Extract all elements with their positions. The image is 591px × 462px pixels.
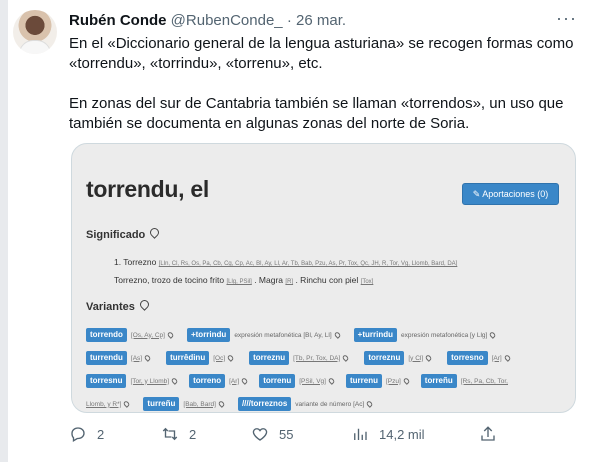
like-count: 55	[279, 426, 294, 442]
retweet-count: 2	[189, 426, 197, 442]
variant-tag: torresno	[447, 351, 488, 365]
more-dots-icon[interactable]: ···	[556, 8, 577, 29]
def-line2-a: Torrezno, trozo de tocino frito	[114, 275, 225, 285]
variant-row-2: turrendu [As] turrêdinu [Oc] torreznu [T…	[86, 351, 514, 365]
variant-note: [Os, Ay, Cp]	[130, 331, 165, 339]
location-pin-icon	[503, 354, 512, 362]
thread-rail	[0, 0, 8, 462]
variant-note: [Tor, y Llomb]	[130, 377, 170, 385]
variant-tag: turrêdinu	[166, 351, 210, 365]
def-line2-b: . Magra	[254, 275, 284, 285]
def-line2-c-label: [Tox]	[360, 279, 374, 285]
variant-tag: turrenu	[345, 374, 382, 388]
location-pin-icon	[365, 400, 374, 408]
variant-row-3: torresnu [Tor, y Llomb] torreno [Ar] tor…	[86, 374, 511, 388]
def-line1-labels: [Lln, Cl, Rs, Os, Pa, Cb, Cg, Cp, Ac, Bl…	[158, 261, 458, 267]
reply-icon	[71, 427, 85, 442]
tweet-paragraph-1: En el «Diccionario general de la lengua …	[69, 35, 574, 72]
variant-note: [As]	[130, 354, 143, 362]
location-pin-icon	[170, 377, 179, 385]
location-pin-icon	[217, 400, 226, 408]
location-pin-icon	[488, 331, 497, 339]
variant-note: [Oc]	[213, 354, 226, 362]
tweet-actions: 2 2 55 14,2 mil	[69, 425, 569, 447]
share-icon	[481, 426, 495, 441]
variant-note: [Ar]	[229, 377, 240, 385]
tweet-date[interactable]: 26 mar.	[296, 12, 346, 29]
like-button[interactable]: 55	[251, 425, 293, 443]
variant-note: Llomb, y R*]	[86, 400, 122, 408]
variant-tag: torrenu	[259, 374, 296, 388]
def-line2-c: . Rinchu con piel	[295, 275, 359, 285]
views-count: 14,2 mil	[379, 426, 425, 442]
significado-label: Significado	[86, 229, 146, 241]
tweet: Rubén Conde @RubenConde_ · 26 mar. ··· E…	[0, 0, 591, 462]
location-pin-icon	[140, 300, 148, 310]
variant-note: [Bab, Bard]	[183, 400, 216, 408]
variant-note: [Ar]	[491, 354, 502, 362]
variant-row-1: torrendo [Os, Ay, Cp] +torrindu expresió…	[86, 328, 499, 342]
location-pin-icon	[150, 228, 158, 238]
variant-tag: torrendo	[86, 328, 127, 342]
location-pin-icon	[327, 377, 336, 385]
location-pin-icon	[123, 400, 131, 408]
variant-tag: torresnu	[86, 374, 127, 388]
variant-desc: variante de número [Ac]	[295, 400, 365, 408]
variant-note: [PSil, Vg]	[299, 377, 326, 385]
author-name[interactable]: Rubén Conde	[69, 12, 167, 29]
variant-desc: expresión metafonética [Bl, Ay, Ll]	[234, 331, 332, 339]
def-line1-prefix: 1. Torrezno	[114, 257, 157, 267]
location-pin-icon	[226, 354, 235, 362]
author-handle[interactable]: @RubenConde_	[171, 12, 283, 29]
tweet-header: Rubén Conde @RubenConde_ · 26 mar.	[69, 12, 346, 30]
variant-tag: +turrindu	[353, 328, 397, 342]
variant-tag: turrendu	[86, 351, 127, 365]
tweet-text: En el «Diccionario general de la lengua …	[69, 34, 579, 154]
variantes-label: Variantes	[86, 301, 135, 313]
variant-tag: torreznu	[364, 351, 405, 365]
retweet-button[interactable]: 2	[161, 425, 196, 443]
location-pin-icon	[166, 331, 175, 339]
dictionary-headword: torrendu, el	[86, 176, 209, 202]
location-pin-icon	[424, 354, 433, 362]
location-pin-icon	[143, 354, 152, 362]
media-image[interactable]: torrendu, el ✎ Aportaciones (0) Signific…	[71, 143, 576, 413]
tweet-paragraph-2: En zonas del sur de Cantabria también se…	[69, 95, 564, 132]
variant-tag: +torrindu	[186, 328, 231, 342]
views-icon	[354, 428, 367, 440]
variant-tag: turreñu	[143, 397, 180, 411]
location-pin-icon	[333, 331, 342, 339]
variant-tag: torreñu	[420, 374, 457, 388]
variant-row-4: Llomb, y R*] turreñu [Bab, Bard] ////tor…	[86, 397, 376, 411]
variant-note: [y Cl]	[408, 354, 424, 362]
contributions-button: ✎ Aportaciones (0)	[462, 183, 559, 205]
location-pin-icon	[341, 354, 350, 362]
variant-note: [Rs, Pa, Cb, Tor,	[460, 377, 508, 385]
variantes-heading: Variantes	[86, 300, 148, 313]
variant-tag: torreznu	[249, 351, 290, 365]
header-separator: ·	[286, 12, 292, 29]
variant-desc: expresión metafonética [y Llg]	[400, 331, 488, 339]
avatar[interactable]	[13, 10, 57, 54]
views-button[interactable]: 14,2 mil	[351, 425, 425, 443]
significado-heading: Significado	[86, 228, 158, 241]
reply-button[interactable]: 2	[69, 425, 104, 443]
location-pin-icon	[240, 377, 249, 385]
variant-note: [Tb, Pr, Tox, DA]	[293, 354, 341, 362]
heart-icon	[252, 428, 268, 441]
retweet-icon	[162, 427, 178, 441]
def-line2-a-label: [Llg, PSil]	[226, 279, 252, 285]
variant-tag: torreno	[189, 374, 226, 388]
reply-count: 2	[97, 426, 105, 442]
location-pin-icon	[402, 377, 411, 385]
def-line2-b-label: [R]	[285, 279, 294, 285]
definition: 1. Torrezno [Lln, Cl, Rs, Os, Pa, Cb, Cg…	[114, 254, 554, 290]
variant-note: [Pzu]	[385, 377, 401, 385]
share-button[interactable]	[479, 425, 507, 443]
variant-tag: ////torreznos	[237, 397, 292, 411]
